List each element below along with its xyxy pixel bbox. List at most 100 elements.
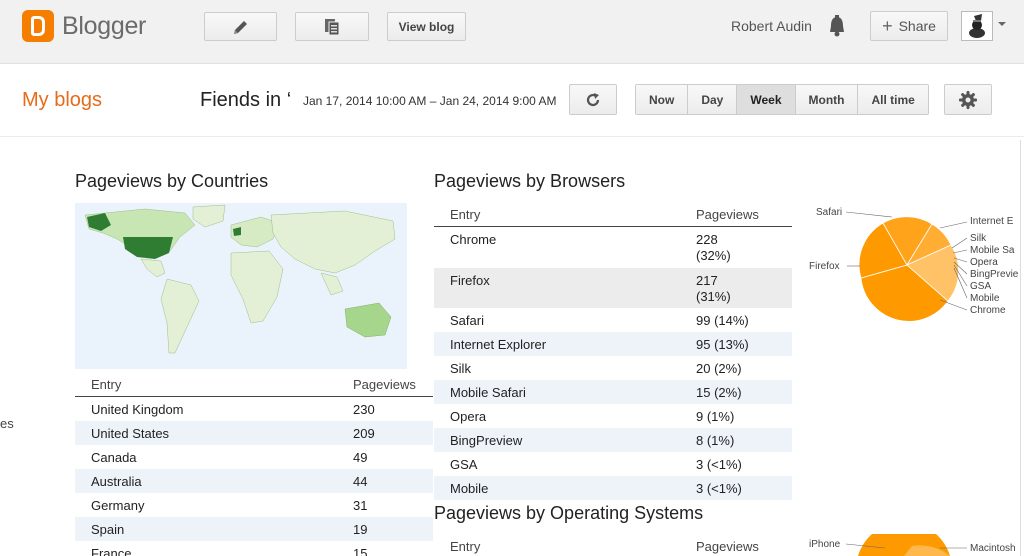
col-entry-header: Entry xyxy=(450,539,481,554)
country-views: 15 xyxy=(353,545,368,556)
country-views: 49 xyxy=(353,449,368,465)
col-entry-header: Entry xyxy=(91,377,122,392)
browser-views: 20 (2%) xyxy=(696,360,742,376)
pie-label-chrome: Chrome xyxy=(970,305,1006,316)
pie-label-gsa: GSA xyxy=(970,281,991,292)
pie-label-macintosh: Macintosh xyxy=(970,543,1016,554)
browser-views: 3 (<1%) xyxy=(696,456,742,472)
table-row: Canada 49 xyxy=(75,445,433,469)
table-row: Firefox 217 (31%) xyxy=(434,268,792,308)
table-row: United States 209 xyxy=(75,421,433,445)
user-name[interactable]: Robert Audin xyxy=(731,18,812,34)
browser-name: GSA xyxy=(450,456,478,472)
browser-views: 8 (1%) xyxy=(696,432,735,448)
country-views: 44 xyxy=(353,473,368,489)
browsers-pie-chart[interactable]: Safari Firefox Internet E Silk Mobile Sa… xyxy=(800,200,1022,325)
countries-table-header: Entry Pageviews xyxy=(75,373,433,397)
country-name: Spain xyxy=(91,521,125,537)
browser-name: Chrome xyxy=(450,232,497,247)
browser-name: BingPreview xyxy=(450,432,523,448)
browser-views: 228 (32%) xyxy=(696,232,792,264)
table-row: Safari 99 (14%) xyxy=(434,308,792,332)
share-label: Share xyxy=(898,18,936,34)
country-name: Germany xyxy=(91,497,145,513)
plus-icon: + xyxy=(882,15,893,36)
share-button[interactable]: + Share xyxy=(870,11,948,41)
range-month-button[interactable]: Month xyxy=(795,85,859,114)
documents-icon xyxy=(325,18,340,35)
app-name[interactable]: Blogger xyxy=(62,12,146,41)
browser-name: Silk xyxy=(450,360,471,376)
world-map[interactable] xyxy=(75,203,407,369)
os-table-header: Entry Pageviews xyxy=(434,535,792,556)
browser-views: 15 (2%) xyxy=(696,384,742,400)
table-row: Internet Explorer 95 (13%) xyxy=(434,332,792,356)
avatar-caret-icon[interactable] xyxy=(998,22,1006,26)
pie-label-firefox: Firefox xyxy=(809,261,840,272)
col-entry-header: Entry xyxy=(450,207,481,222)
pie-label-bingpreview: BingPrevie xyxy=(970,269,1019,280)
my-blogs-link[interactable]: My blogs xyxy=(22,89,102,112)
country-name: Canada xyxy=(91,449,137,465)
col-pageviews-header: Pageviews xyxy=(696,539,759,554)
avatar-image xyxy=(969,14,985,38)
refresh-button[interactable] xyxy=(569,84,617,115)
date-range: Jan 17, 2014 10:00 AM – Jan 24, 2014 9:0… xyxy=(303,94,557,108)
bell-icon[interactable] xyxy=(826,14,848,38)
table-row: France 15 xyxy=(75,541,433,556)
country-views: 19 xyxy=(353,521,368,537)
browser-name: Safari xyxy=(450,312,484,328)
table-row: BingPreview 8 (1%) xyxy=(434,428,792,452)
browser-views-pct: (32%) xyxy=(696,248,731,263)
sidebar-fragment: es xyxy=(0,416,14,431)
table-row: Mobile Safari 15 (2%) xyxy=(434,380,792,404)
table-row: Spain 19 xyxy=(75,517,433,541)
browsers-title: Pageviews by Browsers xyxy=(434,171,626,191)
pie-label-ie: Internet E xyxy=(970,216,1014,227)
country-name: United Kingdom xyxy=(91,401,184,417)
os-pie-chart[interactable]: iPhone Macintosh xyxy=(800,534,1022,556)
browser-name: Firefox xyxy=(450,273,490,288)
view-blog-button[interactable]: View blog xyxy=(387,12,466,41)
country-views: 31 xyxy=(353,497,368,513)
new-post-button[interactable] xyxy=(204,12,277,41)
browser-views: 217 (31%) xyxy=(696,273,792,305)
table-row: Germany 31 xyxy=(75,493,433,517)
pencil-icon xyxy=(233,20,247,34)
settings-button[interactable] xyxy=(944,84,992,115)
browser-views: 3 (<1%) xyxy=(696,480,742,496)
pie-label-iphone: iPhone xyxy=(809,539,841,550)
table-row: Mobile 3 (<1%) xyxy=(434,476,792,500)
col-pageviews-header: Pageviews xyxy=(353,377,416,392)
browser-views: 9 (1%) xyxy=(696,408,735,424)
table-row: GSA 3 (<1%) xyxy=(434,452,792,476)
browser-views-count: 228 xyxy=(696,232,718,247)
posts-list-button[interactable] xyxy=(295,12,369,41)
browser-views: 99 (14%) xyxy=(696,312,749,328)
range-day-button[interactable]: Day xyxy=(688,85,738,114)
range-week-button[interactable]: Week xyxy=(737,85,796,114)
range-now-button[interactable]: Now xyxy=(636,85,689,114)
pie-label-silk: Silk xyxy=(970,233,987,244)
avatar[interactable] xyxy=(961,11,993,41)
browser-views-pct: (31%) xyxy=(696,289,731,304)
table-row: Australia 44 xyxy=(75,469,433,493)
blogger-logo-icon[interactable] xyxy=(22,10,54,42)
world-map-graphic xyxy=(84,204,396,354)
pie-label-mobile: Mobile xyxy=(970,293,1000,304)
browser-name: Opera xyxy=(450,408,487,424)
range-alltime-button[interactable]: All time xyxy=(858,85,928,114)
time-range-selector: Now Day Week Month All time xyxy=(635,84,929,115)
gear-icon xyxy=(959,90,977,109)
blog-title: Fiends in ‘ xyxy=(200,89,292,111)
country-name: Australia xyxy=(91,473,142,489)
browser-views: 95 (13%) xyxy=(696,336,749,352)
os-table: Entry Pageviews xyxy=(434,535,792,556)
country-name: United States xyxy=(91,425,170,441)
country-name: France xyxy=(91,545,132,556)
browser-views-count: 217 xyxy=(696,273,718,288)
country-views: 209 xyxy=(353,425,375,441)
countries-table: Entry Pageviews United Kingdom 230 Unite… xyxy=(75,373,433,556)
table-row: United Kingdom 230 xyxy=(75,397,433,421)
browser-name: Mobile Safari xyxy=(450,384,526,400)
